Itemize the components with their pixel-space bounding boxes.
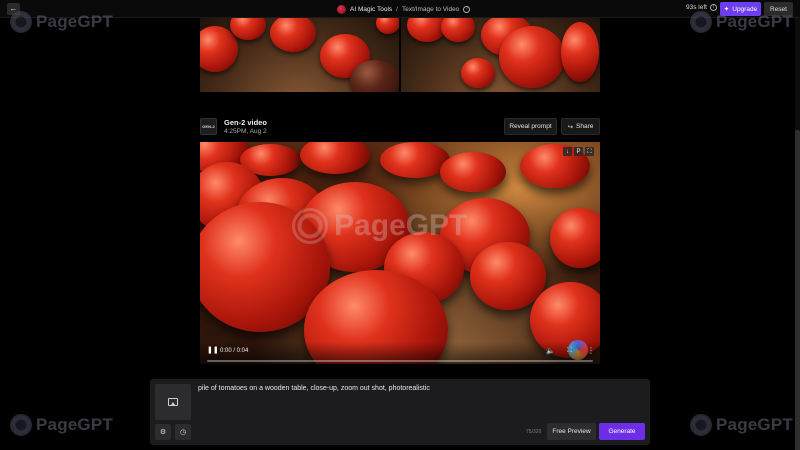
breadcrumb-current: Text/Image to Video bbox=[401, 5, 460, 13]
video-watermark: PageGPT bbox=[292, 208, 467, 244]
expand-icon[interactable]: ⛶ bbox=[585, 147, 594, 156]
prompt-composer: pile of tomatoes on a wooden table, clos… bbox=[150, 379, 650, 445]
result-image[interactable] bbox=[401, 18, 600, 92]
breadcrumb: AI Magic Tools / Text/Image to Video ? bbox=[337, 3, 471, 15]
model-avatar: GEN-2 bbox=[200, 118, 217, 135]
result-image[interactable] bbox=[200, 18, 399, 92]
credits-remaining: 93s left i bbox=[686, 4, 717, 11]
scrollbar-thumb[interactable] bbox=[795, 130, 800, 450]
tomato-image bbox=[230, 18, 266, 40]
tomato-image bbox=[376, 18, 399, 34]
video-top-toolbar: ↓ P ⛶ bbox=[563, 147, 594, 156]
watermark-text: PageGPT bbox=[334, 209, 468, 242]
tomato-image bbox=[499, 26, 565, 88]
tomato-image bbox=[440, 152, 506, 192]
watermark-bottom-left: PageGPT bbox=[10, 414, 113, 436]
volume-icon[interactable]: 🔈 bbox=[546, 347, 555, 355]
generate-button[interactable]: Generate bbox=[599, 423, 645, 440]
more-options-icon[interactable]: ⋮ bbox=[587, 346, 595, 355]
watermark-text: PageGPT bbox=[36, 415, 113, 434]
watermark-logo-icon bbox=[292, 208, 328, 244]
page-scrollbar[interactable] bbox=[795, 18, 800, 450]
fullscreen-icon[interactable]: ⛶ bbox=[567, 347, 572, 355]
tomato-image bbox=[561, 22, 599, 82]
tomato-image bbox=[461, 58, 495, 88]
info-icon[interactable]: i bbox=[709, 4, 717, 11]
page-icon[interactable]: P bbox=[574, 147, 583, 156]
result-title: Gen-2 video bbox=[224, 118, 267, 127]
breadcrumb-root[interactable]: AI Magic Tools bbox=[350, 6, 392, 13]
image-icon bbox=[168, 398, 178, 406]
tomato-image bbox=[270, 18, 316, 52]
clock-icon: ◷ bbox=[179, 429, 187, 436]
video-player[interactable]: PageGPT ↓ P ⛶ ❚❚ 0:00 / 0:04 🔈 ⛶ ⋮ bbox=[200, 142, 600, 364]
share-button[interactable]: ↪ Share bbox=[561, 118, 600, 135]
character-count: 75/320 bbox=[526, 429, 542, 435]
result-timestamp: 4:25PM, Aug 2 bbox=[224, 128, 267, 135]
video-time: 0:00 / 0:04 bbox=[220, 348, 249, 354]
upgrade-button[interactable]: ✦ Upgrade bbox=[720, 2, 761, 16]
tomato-image bbox=[300, 142, 370, 174]
back-button[interactable]: ← bbox=[7, 3, 20, 15]
previous-results bbox=[200, 18, 600, 92]
pause-icon[interactable]: ❚❚ bbox=[207, 347, 219, 354]
settings-button[interactable]: ⚙ bbox=[155, 424, 171, 440]
free-preview-button[interactable]: Free Preview bbox=[547, 423, 596, 440]
back-arrow-icon: ← bbox=[9, 4, 18, 13]
download-icon[interactable]: ↓ bbox=[563, 147, 572, 156]
watermark-logo-icon bbox=[690, 414, 712, 436]
image-upload-button[interactable] bbox=[155, 384, 191, 420]
upgrade-label: Upgrade bbox=[732, 5, 758, 13]
reveal-prompt-button[interactable]: Reveal prompt bbox=[504, 118, 557, 135]
watermark-text: PageGPT bbox=[716, 415, 793, 434]
app-window: ← AI Magic Tools / Text/Image to Video ?… bbox=[0, 0, 800, 450]
watermark-bottom-right: PageGPT bbox=[690, 414, 793, 436]
sliders-icon: ⚙ bbox=[159, 429, 167, 436]
sparkle-icon: ✦ bbox=[723, 6, 730, 13]
prompt-input[interactable]: pile of tomatoes on a wooden table, clos… bbox=[198, 385, 430, 392]
history-button[interactable]: ◷ bbox=[175, 424, 191, 440]
credits-text: 93s left bbox=[686, 4, 707, 11]
reset-button[interactable]: Reset bbox=[764, 2, 793, 16]
share-icon: ↪ bbox=[567, 123, 574, 131]
video-progress-bar[interactable] bbox=[207, 360, 593, 362]
tomato-image bbox=[350, 60, 399, 92]
tomato-image bbox=[550, 208, 600, 268]
watermark-logo-icon bbox=[10, 414, 32, 436]
help-icon[interactable]: ? bbox=[463, 5, 471, 13]
video-controls: ❚❚ 0:00 / 0:04 🔈 ⛶ ⋮ bbox=[200, 342, 600, 364]
app-logo-icon bbox=[337, 4, 346, 14]
breadcrumb-separator: / bbox=[396, 5, 398, 13]
top-bar: ← AI Magic Tools / Text/Image to Video ?… bbox=[0, 0, 800, 18]
share-label: Share bbox=[576, 123, 594, 130]
tomato-image bbox=[441, 18, 475, 42]
